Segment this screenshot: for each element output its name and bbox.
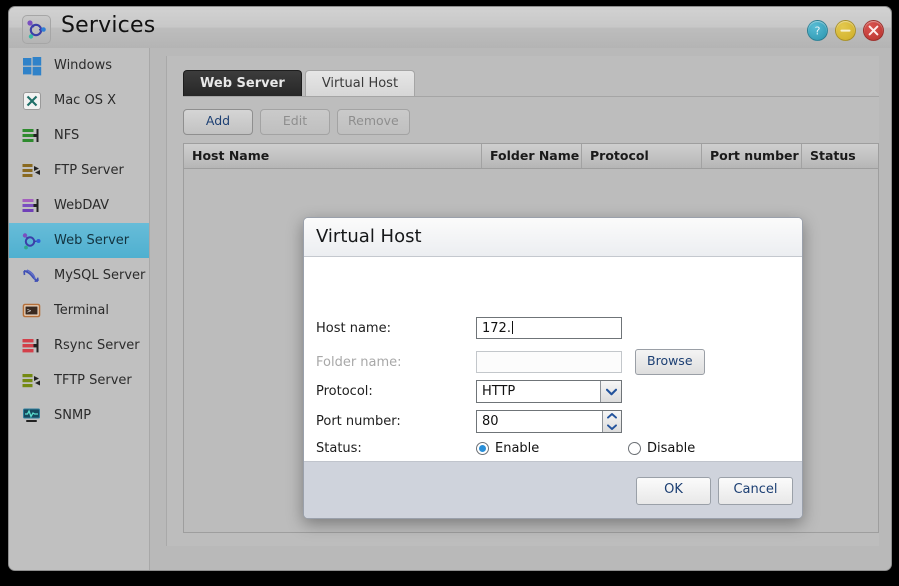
tab-underline	[183, 96, 879, 97]
column-header-protocol[interactable]: Protocol	[582, 144, 702, 168]
sidebar-item-label: FTP Server	[54, 163, 124, 178]
browse-button[interactable]: Browse	[635, 349, 705, 375]
sidebar: Windows Mac OS X NFS FTP Server WebDAV Web Se…	[9, 48, 150, 570]
snmp-icon	[21, 405, 43, 427]
dialog-body: Host name: 172. Folder name: Browse Prot…	[304, 257, 802, 461]
sidebar-item-tftp-server[interactable]: TFTP Server	[9, 363, 149, 398]
ok-button[interactable]: OK	[636, 477, 711, 505]
sidebar-item-windows[interactable]: Windows	[9, 48, 149, 83]
dialog-title: Virtual Host	[316, 226, 422, 247]
sidebar-item-nfs[interactable]: NFS	[9, 118, 149, 153]
dialog-title-bar: Virtual Host	[304, 218, 802, 257]
table-header-row: Host Name Folder Name Protocol Port number S…	[184, 144, 878, 169]
port-number-stepper[interactable]: 80	[476, 410, 622, 433]
column-header-port-number[interactable]: Port number	[702, 144, 802, 168]
radio-disable-label: Disable	[647, 441, 696, 456]
nfs-icon	[21, 125, 43, 147]
chevron-down-icon[interactable]	[600, 381, 621, 402]
svg-text:?: ?	[815, 25, 821, 38]
sidebar-item-mysql-server[interactable]: MySQL Server	[9, 258, 149, 293]
sidebar-item-label: Rsync Server	[54, 338, 140, 353]
tftp-server-icon	[21, 370, 43, 392]
field-row-port-number: Port number: 80	[316, 410, 622, 433]
field-row-host-name: Host name: 172.	[316, 317, 622, 339]
protocol-select[interactable]: HTTP	[476, 380, 622, 403]
radio-disable[interactable]: Disable	[628, 441, 695, 456]
windows-icon	[21, 55, 43, 77]
field-row-status: Status: Enable Disable	[316, 441, 695, 456]
tab-strip: Web Server Virtual Host	[183, 69, 416, 97]
table-toolbar: Add Edit Remove	[183, 109, 410, 135]
sidebar-item-rsync-server[interactable]: Rsync Server	[9, 328, 149, 363]
radio-enable-label: Enable	[495, 441, 540, 456]
help-button[interactable]: ?	[807, 20, 828, 41]
sidebar-item-web-server[interactable]: Web Server	[9, 223, 149, 258]
host-name-value: 172.	[482, 321, 511, 336]
mysql-server-icon	[21, 265, 43, 287]
column-header-status[interactable]: Status	[802, 144, 876, 168]
sidebar-item-label: Terminal	[54, 303, 109, 318]
sidebar-item-mac-os-x[interactable]: Mac OS X	[9, 83, 149, 118]
sidebar-item-label: Windows	[54, 58, 113, 73]
dialog-footer: OK Cancel	[304, 461, 802, 518]
services-node-icon	[22, 15, 51, 44]
folder-name-input[interactable]	[476, 351, 622, 373]
ftp-server-icon	[21, 160, 43, 182]
virtual-host-dialog: Virtual Host Host name: 172. Folder name…	[303, 217, 803, 519]
port-number-label: Port number:	[316, 414, 401, 429]
stepper-buttons	[602, 411, 621, 432]
status-radio-group: Enable Disable	[476, 441, 695, 456]
text-caret	[511, 321, 513, 334]
mac-x-icon	[21, 90, 43, 112]
port-number-value: 80	[482, 414, 499, 429]
page-title: Services	[61, 13, 156, 38]
window-title-bar: Services ?	[9, 7, 891, 49]
add-button[interactable]: Add	[183, 109, 253, 135]
tab-web-server[interactable]: Web Server	[183, 70, 302, 97]
field-row-protocol: Protocol: HTTP	[316, 380, 622, 403]
sidebar-item-label: SNMP	[54, 408, 92, 423]
services-window: Services ? Windows Mac OS X NFS FTP Server W…	[8, 6, 892, 571]
edit-button: Edit	[260, 109, 330, 135]
host-name-input[interactable]: 172.	[476, 317, 622, 339]
stepper-up-icon[interactable]	[603, 411, 621, 422]
protocol-label: Protocol:	[316, 384, 373, 399]
sidebar-item-label: TFTP Server	[54, 373, 132, 388]
folder-name-label: Folder name:	[316, 354, 402, 370]
column-header-host-name[interactable]: Host Name	[184, 144, 482, 168]
column-header-folder-name[interactable]: Folder Name	[482, 144, 582, 168]
terminal-icon: >_	[21, 300, 43, 322]
sidebar-item-label: Web Server	[54, 233, 130, 248]
radio-enable[interactable]: Enable	[476, 441, 628, 456]
sidebar-item-terminal[interactable]: >_ Terminal	[9, 293, 149, 328]
rsync-server-icon	[21, 335, 43, 357]
remove-button: Remove	[337, 109, 410, 135]
minimize-button[interactable]	[835, 20, 856, 41]
webdav-icon	[21, 195, 43, 217]
status-label: Status:	[316, 441, 362, 456]
close-button[interactable]	[863, 20, 884, 41]
sidebar-item-snmp[interactable]: SNMP	[9, 398, 149, 433]
web-server-icon	[21, 230, 43, 252]
cancel-button[interactable]: Cancel	[718, 477, 793, 505]
field-row-folder-name: Folder name: Browse	[316, 349, 705, 375]
radio-enable-dot[interactable]	[476, 442, 489, 455]
host-name-label: Host name:	[316, 320, 391, 336]
svg-text:>_: >_	[27, 307, 36, 315]
radio-disable-dot[interactable]	[628, 442, 641, 455]
stepper-down-icon[interactable]	[603, 422, 621, 433]
sidebar-item-label: MySQL Server	[54, 268, 146, 283]
sidebar-item-ftp-server[interactable]: FTP Server	[9, 153, 149, 188]
tab-virtual-host[interactable]: Virtual Host	[304, 70, 416, 97]
sidebar-item-label: NFS	[54, 128, 80, 143]
sidebar-item-label: WebDAV	[54, 198, 110, 213]
sidebar-item-webdav[interactable]: WebDAV	[9, 188, 149, 223]
sidebar-item-label: Mac OS X	[54, 93, 116, 108]
